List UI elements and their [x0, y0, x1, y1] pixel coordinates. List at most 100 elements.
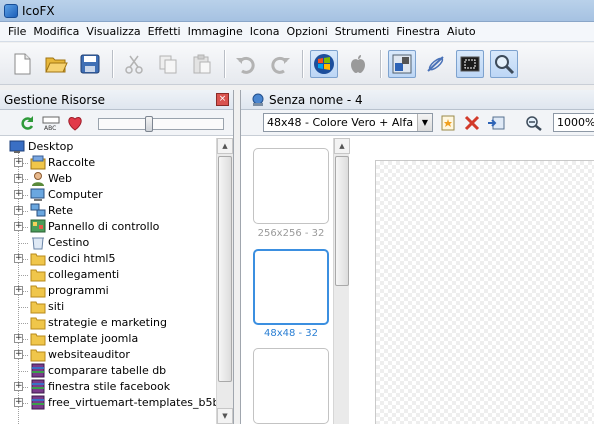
expand-icon[interactable]: + [14, 206, 23, 215]
import-image-icon[interactable] [487, 115, 505, 131]
paste-icon[interactable] [188, 50, 216, 78]
drawing-canvas[interactable] [375, 160, 594, 424]
tree-item-label: siti [48, 300, 65, 313]
tree-item[interactable]: + Raccolte [0, 155, 216, 171]
menu-file[interactable]: File [8, 25, 26, 38]
cut-icon[interactable] [120, 50, 148, 78]
expand-icon[interactable]: + [14, 158, 23, 167]
screen-capture-icon[interactable] [456, 50, 484, 78]
zoom-out-icon[interactable] [525, 115, 543, 131]
new-image-icon[interactable] [439, 115, 457, 131]
tree-scrollbar[interactable]: ▲ ▼ [216, 138, 233, 424]
tree-item[interactable]: collegamenti [0, 267, 216, 283]
menu-immagine[interactable]: Immagine [188, 25, 243, 38]
expand-icon[interactable]: + [14, 382, 23, 391]
tree-item[interactable]: + Rete [0, 203, 216, 219]
copy-icon[interactable] [154, 50, 182, 78]
scroll-thumb[interactable] [218, 156, 232, 382]
tree-item[interactable]: + codici html5 [0, 251, 216, 267]
scroll-up-arrow[interactable]: ▲ [334, 138, 350, 154]
chevron-down-icon: ▼ [417, 114, 432, 131]
folder-icon [30, 331, 46, 346]
format-select[interactable]: 48x48 - Colore Vero + Alfa ▼ [263, 113, 433, 132]
tree-item-label: comparare tabelle db [48, 364, 167, 377]
format-select-value: 48x48 - Colore Vero + Alfa [267, 116, 414, 129]
tree-connector-line [18, 275, 28, 276]
save-icon[interactable] [76, 50, 104, 78]
resource-view-icon[interactable] [388, 50, 416, 78]
slider-thumb[interactable] [145, 116, 153, 132]
tree-item[interactable]: comparare tabelle db [0, 363, 216, 379]
document-toolbar: 48x48 - Colore Vero + Alfa ▼ 1000% [241, 110, 594, 136]
tree-item[interactable]: + Computer [0, 187, 216, 203]
main-toolbar [0, 43, 594, 85]
tree-item-label: Raccolte [48, 156, 96, 169]
thumbnail-size-slider[interactable] [98, 116, 224, 132]
tree-item[interactable]: Desktop [0, 139, 216, 155]
menu-visualizza[interactable]: Visualizza [86, 25, 140, 38]
expand-icon[interactable]: + [14, 398, 23, 407]
size-list-scrollbar[interactable]: ▲ [333, 138, 350, 424]
tree-item-label: template joomla [48, 332, 139, 345]
folder-icon [30, 315, 46, 330]
tree-item[interactable]: Cestino [0, 235, 216, 251]
close-icon[interactable]: × [216, 93, 229, 106]
tree-item[interactable]: + Web [0, 171, 216, 187]
expand-icon[interactable]: + [14, 174, 23, 183]
menu-opzioni[interactable]: Opzioni [287, 25, 328, 38]
rename-icon[interactable]: ABC [42, 114, 60, 132]
refresh-icon[interactable] [18, 114, 36, 132]
folder-icon [30, 299, 46, 314]
title-bar: IcoFX [0, 0, 594, 22]
libraries-icon [30, 155, 46, 170]
tree-item[interactable]: + template joomla [0, 331, 216, 347]
size-item-next[interactable] [253, 348, 329, 424]
apple-logo-icon[interactable] [344, 50, 372, 78]
scroll-thumb[interactable] [335, 156, 349, 286]
capture-icon[interactable] [422, 50, 450, 78]
folder-tree: Desktop + Raccolte + Web + Computer + Rete + Panne… [0, 138, 218, 424]
tree-item[interactable]: + finestra stile facebook [0, 379, 216, 395]
delete-image-icon[interactable] [463, 115, 481, 131]
expand-icon[interactable]: + [14, 350, 23, 359]
menu-effetti[interactable]: Effetti [148, 25, 181, 38]
tree-item-label: Computer [48, 188, 103, 201]
tree-item[interactable]: + Pannello di controllo [0, 219, 216, 235]
menu-modifica[interactable]: Modifica [33, 25, 79, 38]
tree-item[interactable]: + programmi [0, 283, 216, 299]
scroll-down-arrow[interactable]: ▼ [217, 408, 233, 424]
size-item-256[interactable] [253, 148, 329, 224]
expand-icon[interactable]: + [14, 334, 23, 343]
tree-item[interactable]: strategie e marketing [0, 315, 216, 331]
expand-icon[interactable]: + [14, 254, 23, 263]
resources-panel: Gestione Risorse × ABC Desktop + Raccolte +… [0, 90, 234, 424]
favorites-heart-icon[interactable] [66, 114, 84, 132]
expand-icon[interactable]: + [14, 286, 23, 295]
open-folder-icon[interactable] [42, 50, 70, 78]
windows-logo-icon[interactable] [310, 50, 338, 78]
tree-item[interactable]: siti [0, 299, 216, 315]
zoom-icon[interactable] [490, 50, 518, 78]
size-item-48[interactable] [253, 249, 329, 325]
user-icon [30, 171, 46, 186]
undo-icon[interactable] [232, 50, 260, 78]
tree-item-label: codici html5 [48, 252, 116, 265]
new-file-icon[interactable] [8, 50, 36, 78]
zoom-level[interactable]: 1000% [553, 113, 594, 132]
tree-item[interactable]: + websiteauditor [0, 347, 216, 363]
expand-icon[interactable]: + [14, 190, 23, 199]
menu-strumenti[interactable]: Strumenti [335, 25, 390, 38]
svg-text:ABC: ABC [44, 125, 56, 132]
redo-icon[interactable] [266, 50, 294, 78]
scroll-up-arrow[interactable]: ▲ [217, 138, 233, 154]
menu-aiuto[interactable]: Aiuto [447, 25, 476, 38]
expand-icon[interactable]: + [14, 222, 23, 231]
tree-item-label: free_virtuemart-templates_b5bk5l [48, 396, 218, 409]
tree-item-label: finestra stile facebook [48, 380, 171, 393]
tree-item[interactable]: + free_virtuemart-templates_b5bk5l [0, 395, 218, 411]
computer-icon [30, 187, 46, 202]
control-panel-icon [30, 219, 46, 234]
menu-finestra[interactable]: Finestra [396, 25, 440, 38]
menu-icona[interactable]: Icona [250, 25, 280, 38]
tree-connector-line [18, 371, 28, 372]
